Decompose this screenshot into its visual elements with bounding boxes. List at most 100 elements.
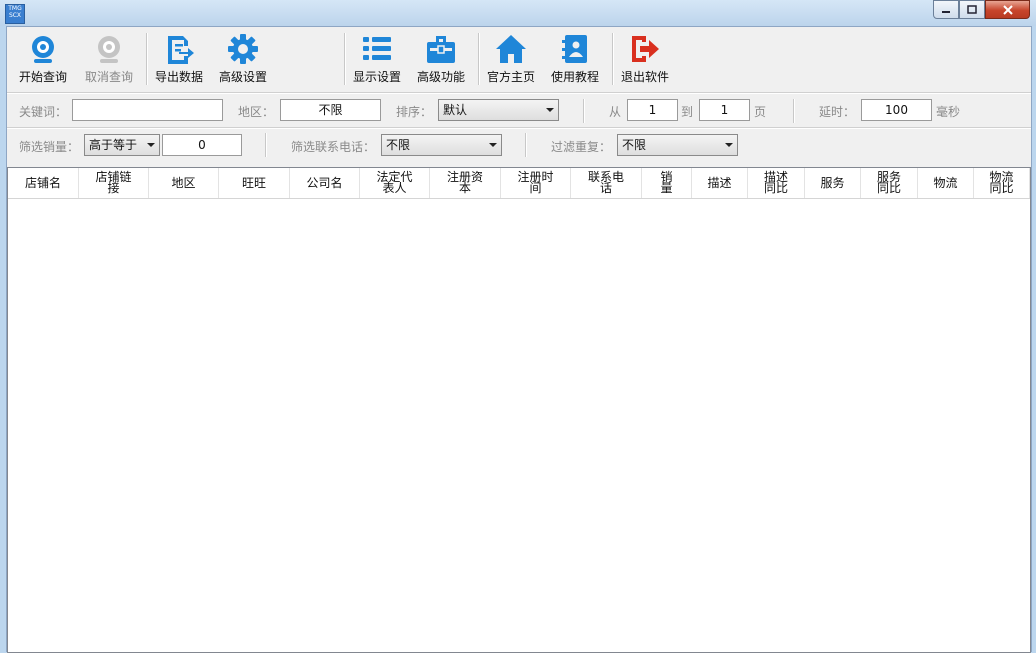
sales-filter-label: 筛选销量： xyxy=(19,140,80,154)
column-header-wangwang[interactable]: 旺旺 xyxy=(219,168,290,198)
export-data-button[interactable]: 导出数据 xyxy=(155,33,203,85)
column-header-shop-name[interactable]: 店铺名 xyxy=(8,168,79,198)
page-label: 页 xyxy=(754,105,767,119)
export-data-label: 导出数据 xyxy=(155,70,204,84)
phone-filter-select[interactable]: 不限 xyxy=(381,134,502,156)
cancel-query-label: 取消查询 xyxy=(85,70,134,84)
column-header-label: 描述 xyxy=(707,175,732,190)
delay-label: 延时： xyxy=(819,105,856,119)
duplicate-filter-select[interactable]: 不限 xyxy=(617,134,738,156)
delay-unit-label: 毫秒 xyxy=(936,105,961,119)
dropdown-arrow-icon xyxy=(546,108,554,112)
divider xyxy=(793,99,795,123)
column-header-label: 法定代表人 xyxy=(376,170,413,195)
sort-select[interactable]: 默认 xyxy=(438,99,559,121)
region-label: 地区： xyxy=(238,105,275,119)
column-header-reg-capital[interactable]: 注册资本 xyxy=(430,168,501,198)
column-header-label: 描述同比 xyxy=(764,170,789,195)
close-icon xyxy=(1002,4,1013,15)
column-header-label: 店铺名 xyxy=(24,175,61,190)
column-header-legal-rep[interactable]: 法定代表人 xyxy=(360,168,430,198)
manual-book-icon xyxy=(559,33,591,65)
title-bar: TMG SCX xyxy=(0,0,1036,26)
column-header-label: 旺旺 xyxy=(241,175,266,190)
display-settings-button[interactable]: 显示设置 xyxy=(353,33,401,85)
divider xyxy=(525,133,527,157)
column-header-label: 服务同比 xyxy=(877,170,902,195)
advanced-functions-button[interactable]: 高级功能 xyxy=(417,33,465,85)
from-page-input[interactable]: 1 xyxy=(627,99,678,121)
column-header-label: 注册资本 xyxy=(447,170,484,195)
from-label: 从 xyxy=(609,105,622,119)
region-input[interactable]: 不限 xyxy=(280,99,381,121)
export-icon xyxy=(163,33,195,65)
minimize-button[interactable] xyxy=(933,0,959,19)
minimize-icon xyxy=(942,10,950,13)
start-query-label: 开始查询 xyxy=(19,70,68,84)
phone-filter-label: 筛选联系电话： xyxy=(291,140,376,154)
column-header-description-yoy[interactable]: 描述同比 xyxy=(748,168,805,198)
duplicate-filter-value: 不限 xyxy=(622,138,647,152)
to-label: 到 xyxy=(681,105,694,119)
toolbar-separator xyxy=(146,33,148,85)
sales-value-input[interactable]: 0 xyxy=(162,134,242,156)
table-header: 店铺名 店铺链接 地区 旺旺 公司名 法定代表人 注册资本 注册时间 联系电话 … xyxy=(8,168,1030,199)
duplicate-filter-label: 过滤重复： xyxy=(551,140,612,154)
start-query-button[interactable]: 开始查询 xyxy=(19,33,67,85)
advanced-settings-label: 高级设置 xyxy=(219,70,268,84)
home-icon xyxy=(495,33,527,65)
column-header-phone[interactable]: 联系电话 xyxy=(571,168,642,198)
dropdown-arrow-icon xyxy=(725,143,733,147)
maximize-button[interactable] xyxy=(959,0,985,19)
toolbar-separator xyxy=(478,33,480,85)
webcam-disabled-icon xyxy=(93,33,125,65)
toolbar-separator xyxy=(344,33,346,85)
advanced-functions-label: 高级功能 xyxy=(417,70,466,84)
cancel-query-button[interactable]: 取消查询 xyxy=(85,33,133,85)
list-icon xyxy=(361,33,393,65)
phone-filter-value: 不限 xyxy=(386,138,411,152)
column-header-region[interactable]: 地区 xyxy=(149,168,219,198)
column-header-label: 物流同比 xyxy=(989,170,1014,195)
divider xyxy=(7,127,1031,129)
sales-operator-select[interactable]: 高于等于 xyxy=(84,134,160,156)
column-header-label: 销量 xyxy=(660,170,673,195)
main-window: 开始查询 取消查询 导出数据 高级设置 显示设置 高级功能 官方主页 使用教程 … xyxy=(6,26,1032,653)
app-icon: TMG SCX xyxy=(5,4,25,24)
homepage-button[interactable]: 官方主页 xyxy=(487,33,535,85)
maximize-icon xyxy=(967,5,977,14)
column-header-description[interactable]: 描述 xyxy=(692,168,748,198)
column-header-logistics[interactable]: 物流 xyxy=(918,168,974,198)
to-page-input[interactable]: 1 xyxy=(699,99,750,121)
toolbar: 开始查询 取消查询 导出数据 高级设置 显示设置 高级功能 官方主页 使用教程 … xyxy=(7,27,1031,91)
column-header-label: 注册时间 xyxy=(517,170,554,195)
display-settings-label: 显示设置 xyxy=(353,70,402,84)
keyword-input[interactable] xyxy=(72,99,223,121)
column-header-label: 联系电话 xyxy=(588,170,625,195)
dropdown-arrow-icon xyxy=(489,143,497,147)
column-header-logistics-yoy[interactable]: 物流同比 xyxy=(974,168,1030,198)
window-controls xyxy=(933,0,1030,19)
exit-software-label: 退出软件 xyxy=(621,70,670,84)
homepage-label: 官方主页 xyxy=(487,70,536,84)
divider xyxy=(265,133,267,157)
divider xyxy=(7,92,1031,94)
column-header-service-yoy[interactable]: 服务同比 xyxy=(861,168,918,198)
column-header-label: 服务 xyxy=(820,175,845,190)
column-header-shop-link[interactable]: 店铺链接 xyxy=(79,168,149,198)
briefcase-icon xyxy=(425,33,457,65)
column-header-label: 店铺链接 xyxy=(95,170,132,195)
sort-label: 排序： xyxy=(396,105,433,119)
close-button[interactable] xyxy=(985,0,1030,19)
tutorial-button[interactable]: 使用教程 xyxy=(551,33,599,85)
column-header-company[interactable]: 公司名 xyxy=(290,168,360,198)
results-table[interactable]: 店铺名 店铺链接 地区 旺旺 公司名 法定代表人 注册资本 注册时间 联系电话 … xyxy=(7,167,1031,653)
column-header-reg-time[interactable]: 注册时间 xyxy=(501,168,571,198)
tutorial-label: 使用教程 xyxy=(551,70,600,84)
exit-software-button[interactable]: 退出软件 xyxy=(621,33,669,85)
delay-input[interactable]: 100 xyxy=(861,99,932,121)
column-header-service[interactable]: 服务 xyxy=(805,168,861,198)
keyword-label: 关键词： xyxy=(19,105,68,119)
advanced-settings-button[interactable]: 高级设置 xyxy=(219,33,267,85)
column-header-sales[interactable]: 销量 xyxy=(642,168,692,198)
